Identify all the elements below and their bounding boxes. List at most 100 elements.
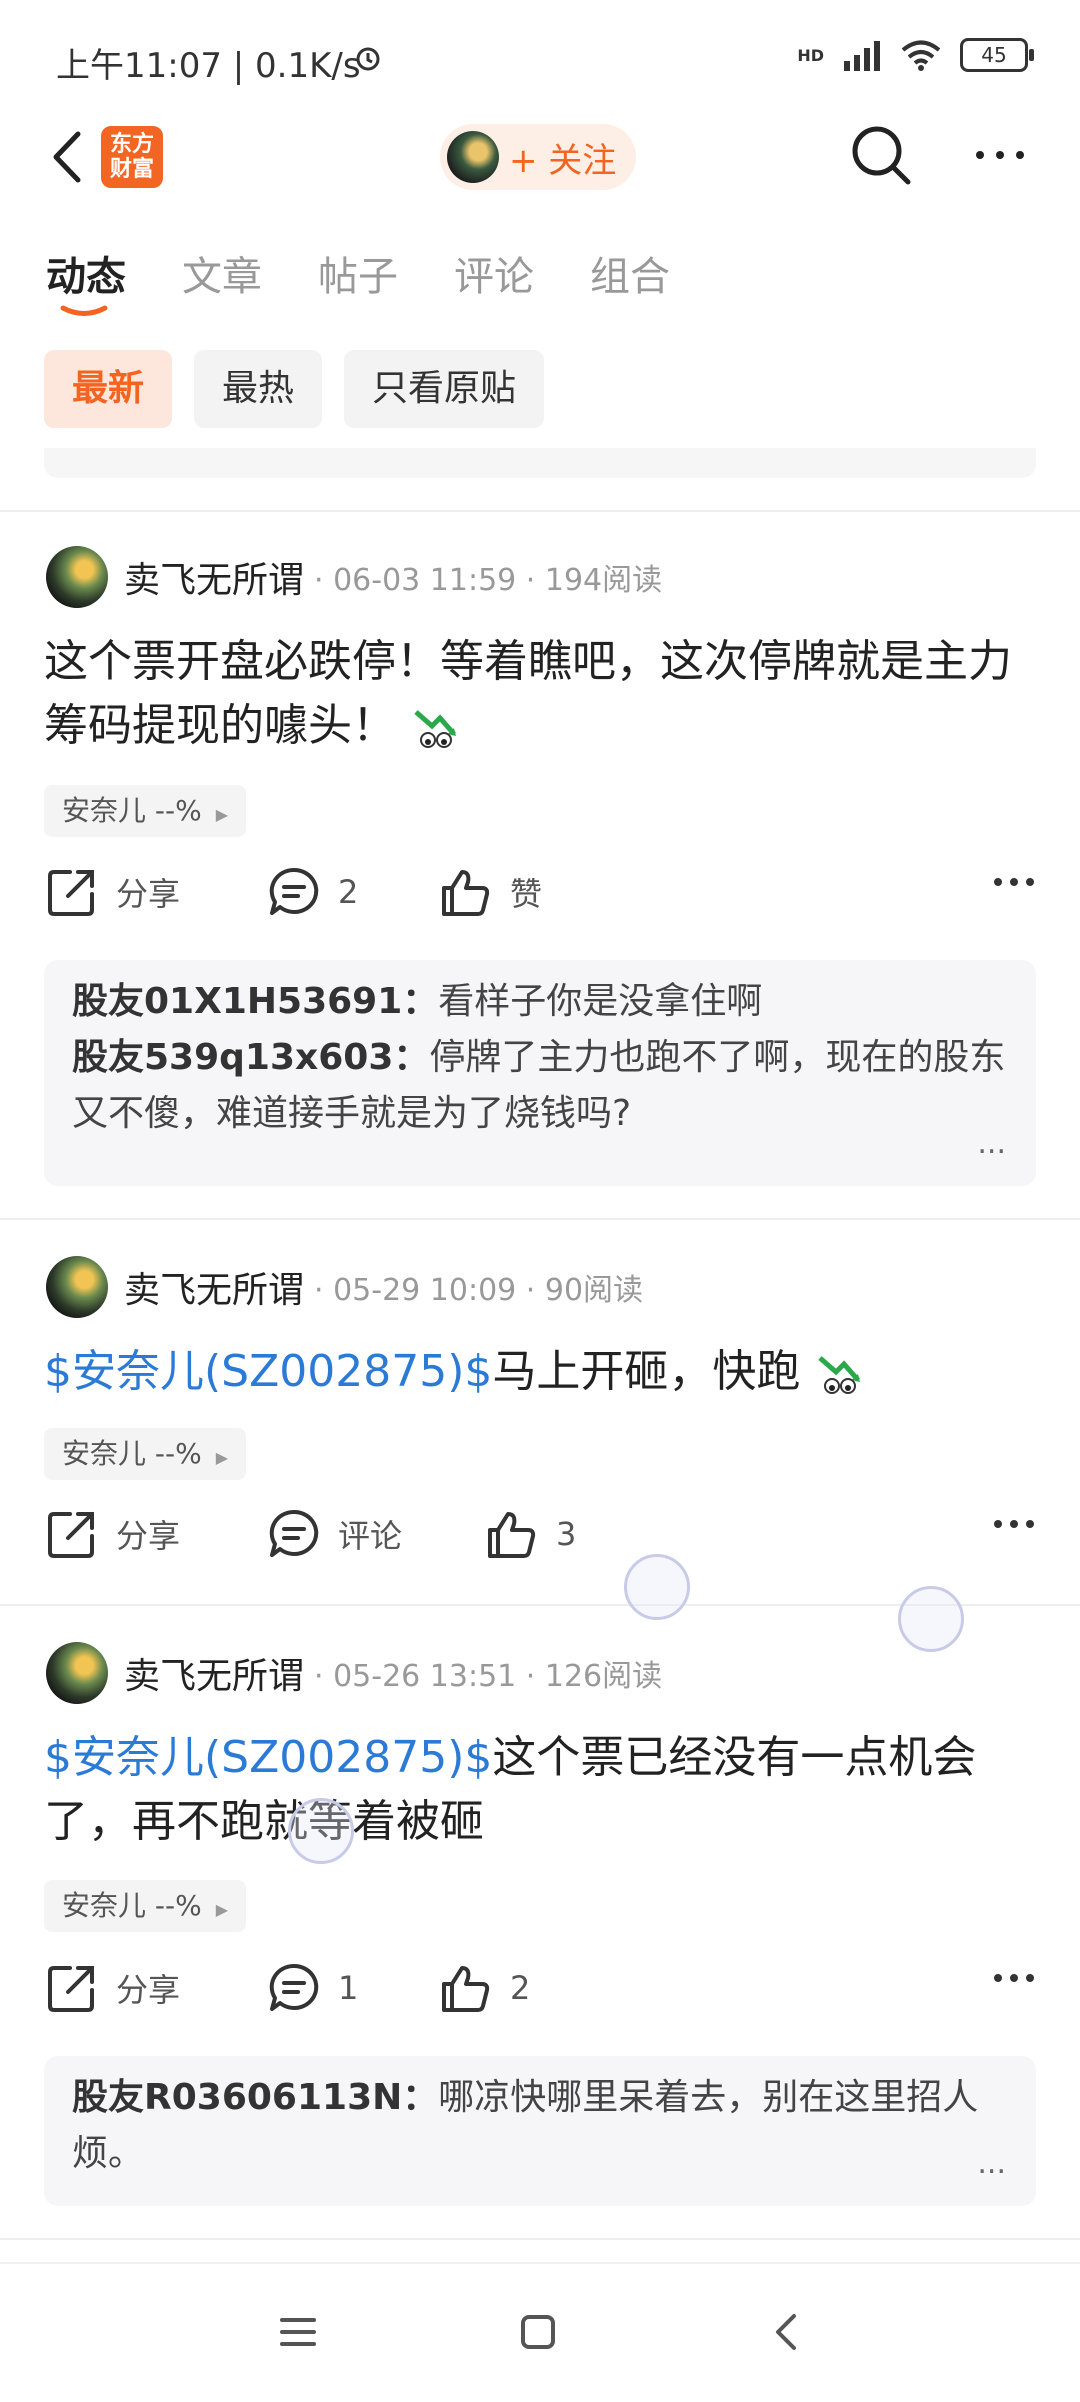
falling-emoji-icon — [414, 710, 456, 748]
filter-original-only[interactable]: 只看原贴 — [344, 350, 545, 428]
like-button[interactable]: 赞 — [440, 866, 542, 918]
post-meta: · 05-29 10:09 · 90阅读 — [314, 1273, 644, 1308]
play-arrow-icon: ▶ — [215, 1900, 229, 1919]
post-meta: · 06-03 11:59 · 194阅读 — [314, 563, 663, 598]
thumbs-up-icon — [442, 870, 490, 916]
signal-icon — [844, 41, 880, 71]
tab-posts[interactable]: 帖子 — [318, 244, 398, 302]
post-body: 这个票开盘必跌停！等着瞧吧，这次停牌就是主力筹码提现的噱头！ — [44, 636, 1012, 751]
comment-author: 股友539q13x603： — [72, 1037, 430, 1078]
post-text[interactable]: $安奈儿(SZ002875)$马上开砸，快跑 — [44, 1340, 1034, 1404]
search-icon[interactable] — [848, 122, 914, 188]
divider — [0, 1218, 1080, 1220]
avatar[interactable] — [46, 546, 108, 608]
stock-tag-label: 安奈儿 --% — [62, 1437, 202, 1470]
avatar — [447, 131, 499, 183]
post-text[interactable]: 这个票开盘必跌停！等着瞧吧，这次停牌就是主力筹码提现的噱头！ — [44, 630, 1034, 758]
post-header[interactable]: 卖飞无所谓 · 05-26 13:51 · 126阅读 — [46, 1642, 662, 1704]
battery-indicator: 45 — [960, 38, 1034, 72]
post-header[interactable]: 卖飞无所谓 · 05-29 10:09 · 90阅读 — [46, 1256, 643, 1318]
comment-item[interactable]: 股友01X1H53691：看样子你是没拿住啊 — [72, 974, 1006, 1030]
author-name[interactable]: 卖飞无所谓 — [124, 1261, 304, 1313]
comment-item[interactable]: 股友539q13x603：停牌了主力也跑不了啊，现在的股东又不傻，难道接手就是为… — [72, 1030, 1006, 1142]
tab-dynamics[interactable]: 动态 — [46, 244, 126, 302]
more-options-icon[interactable] — [992, 1968, 1036, 1988]
back-button[interactable] — [40, 122, 100, 192]
comment-icon — [269, 867, 319, 915]
tab-articles[interactable]: 文章 — [182, 244, 262, 302]
tab-portfolio[interactable]: 组合 — [590, 244, 670, 302]
comment-icon — [269, 1509, 319, 1557]
partial-card — [44, 448, 1036, 478]
more-options-icon[interactable] — [970, 130, 1030, 180]
thumbs-up-icon — [442, 1966, 490, 2012]
status-time-speed: 上午11:07 | 0.1K/s — [56, 46, 361, 86]
avatar[interactable] — [46, 1642, 108, 1704]
comment-preview[interactable]: 股友R03606113N：哪凉快哪里呆着去，别在这里招人烦。 ... — [44, 2056, 1036, 2206]
stock-tag[interactable]: 安奈儿 --% ▶ — [44, 1880, 247, 1932]
author-name[interactable]: 卖飞无所谓 — [124, 1647, 304, 1699]
active-tab-indicator — [60, 305, 108, 316]
post-header[interactable]: 卖飞无所谓 · 06-03 11:59 · 194阅读 — [46, 546, 662, 608]
touch-indicator — [624, 1554, 690, 1620]
post-meta: · 05-26 13:51 · 126阅读 — [314, 1659, 663, 1694]
tab-bar: 动态 文章 帖子 评论 组合 — [46, 244, 726, 302]
avatar[interactable] — [46, 1256, 108, 1318]
stock-link[interactable]: $安奈儿(SZ002875)$ — [44, 1732, 492, 1783]
comment-count: 1 — [338, 1969, 359, 2007]
more-comments-ellipsis[interactable]: ... — [977, 2136, 1006, 2192]
comment-item[interactable]: 股友R03606113N：哪凉快哪里呆着去，别在这里招人烦。 — [72, 2070, 1006, 2182]
falling-emoji-icon — [818, 1356, 861, 1394]
status-indicators: HD 45 — [797, 38, 1034, 72]
eastmoney-logo: 东方 财富 — [101, 126, 163, 188]
home-icon[interactable] — [518, 2312, 558, 2352]
post-actions: 分享 2 赞 — [46, 866, 1036, 936]
stock-link[interactable]: $安奈儿(SZ002875)$ — [44, 1346, 492, 1397]
back-nav-icon[interactable] — [770, 2310, 802, 2354]
more-comments-ellipsis[interactable]: ... — [977, 1116, 1006, 1172]
share-button[interactable]: 分享 — [46, 1508, 180, 1560]
filter-bar: 最新 最热 只看原贴 — [44, 350, 545, 428]
touch-indicator — [898, 1586, 964, 1652]
status-bar: 上午11:07 | 0.1K/s HD 45 — [0, 0, 1080, 120]
post-body: 马上开砸，快跑 — [492, 1346, 801, 1397]
comment-preview[interactable]: 股友01X1H53691：看样子你是没拿住啊 股友539q13x603：停牌了主… — [44, 960, 1036, 1186]
filter-hot[interactable]: 最热 — [194, 350, 323, 428]
like-button[interactable]: 2 — [440, 1962, 530, 2014]
comment-button[interactable]: 1 — [268, 1962, 358, 2014]
share-button[interactable]: 分享 — [46, 866, 180, 918]
share-label: 分享 — [116, 875, 181, 913]
tab-comments[interactable]: 评论 — [454, 244, 534, 302]
follow-button[interactable]: + 关注 — [440, 124, 636, 190]
stock-tag-label: 安奈儿 --% — [62, 1889, 202, 1922]
author-name[interactable]: 卖飞无所谓 — [124, 551, 304, 603]
post-text[interactable]: $安奈儿(SZ002875)$这个票已经没有一点机会了，再不跑就等着被砸 — [44, 1726, 1034, 1854]
play-arrow-icon: ▶ — [215, 805, 229, 824]
share-icon — [48, 1512, 94, 1558]
share-icon — [48, 1966, 94, 2012]
share-button[interactable]: 分享 — [46, 1962, 180, 2014]
play-arrow-icon: ▶ — [215, 1448, 229, 1467]
wifi-icon — [901, 40, 941, 71]
comment-author: 股友R03606113N： — [72, 2077, 439, 2118]
divider — [0, 510, 1080, 512]
post-actions: 分享 评论 3 — [46, 1508, 1036, 1578]
stock-tag-label: 安奈儿 --% — [62, 794, 202, 827]
more-options-icon[interactable] — [992, 872, 1036, 892]
thumbs-up-icon — [488, 1512, 536, 1558]
divider — [0, 2238, 1080, 2240]
share-label: 分享 — [116, 1971, 181, 2009]
share-icon — [48, 870, 94, 916]
comment-icon — [269, 1963, 319, 2011]
stock-tag[interactable]: 安奈儿 --% ▶ — [44, 1428, 247, 1480]
filter-latest[interactable]: 最新 — [44, 350, 173, 428]
comment-button[interactable]: 评论 — [268, 1508, 402, 1560]
comment-count: 2 — [338, 873, 359, 911]
logo-text-1: 东方 — [109, 132, 154, 157]
like-button[interactable]: 3 — [486, 1508, 576, 1560]
menu-icon[interactable] — [278, 2314, 318, 2350]
stock-tag[interactable]: 安奈儿 --% ▶ — [44, 785, 247, 837]
comment-button[interactable]: 2 — [268, 866, 358, 918]
more-options-icon[interactable] — [992, 1514, 1036, 1534]
comment-label: 评论 — [338, 1517, 403, 1555]
